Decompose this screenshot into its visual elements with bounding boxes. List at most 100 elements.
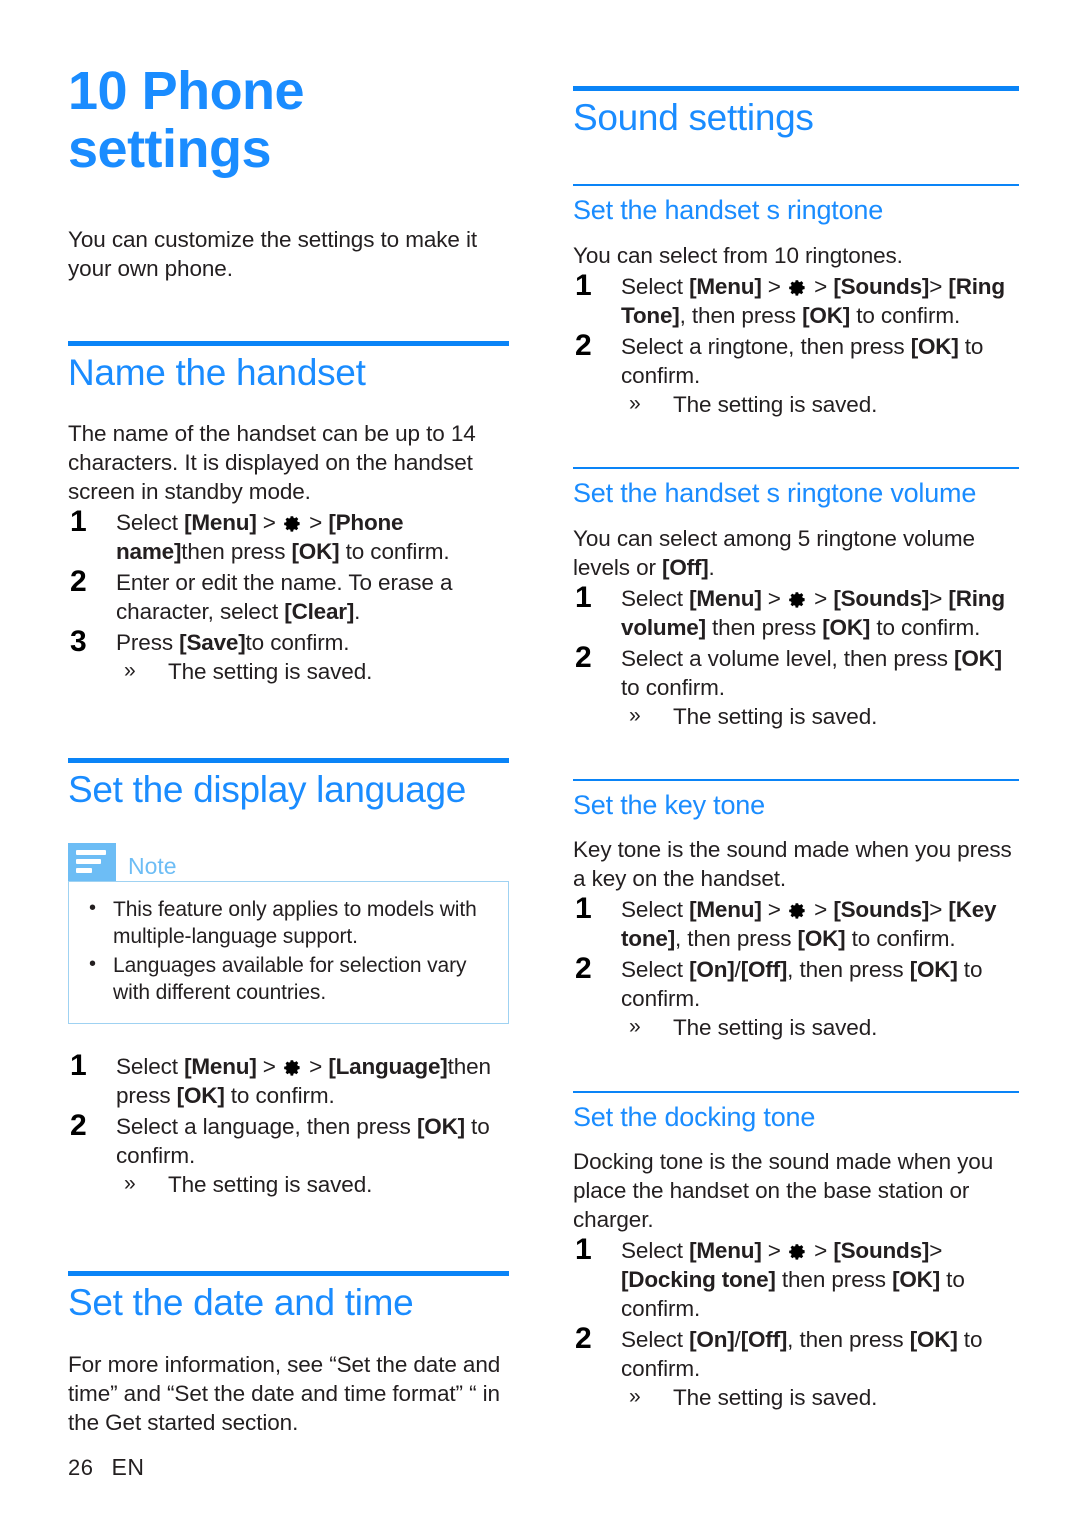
step-item: Select [Menu] > > [Phone name]then press… bbox=[68, 504, 509, 566]
key-sounds: [Sounds] bbox=[833, 1238, 930, 1264]
step-result-list: The setting is saved. bbox=[621, 390, 1019, 419]
step-text-mid: , then press bbox=[787, 957, 910, 983]
step-text-prefix: Select a language, then press bbox=[116, 1114, 417, 1140]
key-sounds: [Sounds] bbox=[833, 585, 930, 611]
step-text-prefix: Select bbox=[116, 510, 185, 536]
step-result: The setting is saved. bbox=[116, 657, 509, 686]
subsection-divider bbox=[573, 778, 1019, 781]
section-divider bbox=[68, 758, 509, 764]
step-result-list: The setting is saved. bbox=[116, 1170, 509, 1199]
step-text-prefix: Select bbox=[621, 585, 690, 611]
step-text-mid: , then press bbox=[679, 302, 803, 328]
step-result-list: The setting is saved. bbox=[116, 657, 509, 686]
gear-icon bbox=[283, 1058, 302, 1077]
step-sep: > bbox=[929, 273, 949, 299]
section-intro: For more information, see “Set the date … bbox=[68, 1351, 501, 1435]
key-ok: [OK] bbox=[802, 302, 851, 328]
step-text-prefix: Select a volume level, then press bbox=[621, 645, 955, 671]
key-docking-tone: [Docking tone] bbox=[621, 1267, 776, 1293]
step-sep: > bbox=[929, 585, 949, 611]
step-result-list: The setting is saved. bbox=[621, 1383, 1019, 1412]
key-menu: [Menu] bbox=[184, 1054, 257, 1080]
gear-icon bbox=[788, 901, 807, 920]
section-intro: The name of the handset can be up to 14 … bbox=[68, 421, 476, 505]
step-sep: > bbox=[256, 510, 282, 536]
step-sep: > bbox=[807, 585, 834, 611]
step-text-mid: then press bbox=[181, 539, 292, 565]
steps-list-name-the-handset: Select [Menu] > > [Phone name]then press… bbox=[68, 504, 509, 686]
step-item: Select [Menu] > > [Sounds]> [Docking ton… bbox=[573, 1232, 1019, 1323]
chapter-intro: You can customize the settings to make i… bbox=[68, 226, 478, 281]
step-sep: > bbox=[761, 897, 787, 923]
subsection-intro: You can select among 5 ringtone volume l… bbox=[573, 524, 1019, 582]
key-ok: [OK] bbox=[892, 1267, 941, 1293]
key-off: [Off] bbox=[740, 1327, 788, 1353]
step-item: Select [On]/[Off], then press [OK] to co… bbox=[573, 1321, 1019, 1412]
step-text-prefix: Select bbox=[621, 957, 690, 983]
step-text-prefix: Select bbox=[621, 897, 690, 923]
intro-text-b: . bbox=[708, 554, 715, 580]
step-item: Enter or edit the name. To erase a chara… bbox=[68, 564, 509, 626]
note-header: Note bbox=[68, 842, 509, 881]
step-result: The setting is saved. bbox=[621, 1383, 1019, 1412]
step-text-mid: then press bbox=[775, 1267, 893, 1293]
step-sep: > bbox=[807, 897, 834, 923]
key-language: [Language] bbox=[328, 1054, 448, 1080]
step-item: Select a ringtone, then press [OK] to co… bbox=[573, 328, 1019, 419]
subsection-divider bbox=[573, 184, 1019, 187]
step-text-mid: , then press bbox=[787, 1327, 910, 1353]
step-text-prefix: Select bbox=[621, 273, 690, 299]
steps-list-docking-tone: Select [Menu] > > [Sounds]> [Docking ton… bbox=[573, 1232, 1019, 1412]
section-heading-set-the-date-and-time: Set the date and time bbox=[68, 1282, 414, 1324]
section-heading-set-the-display-language: Set the display language bbox=[68, 769, 467, 811]
subsection-heading-ringtone-volume: Set the handset s ringtone volume bbox=[573, 478, 977, 509]
key-off: [Off] bbox=[662, 554, 709, 580]
step-text-suffix: . bbox=[354, 599, 361, 625]
left-column: 10 Phone settings You can customize the … bbox=[68, 62, 509, 1437]
chapter-title: 10 Phone settings bbox=[68, 61, 305, 180]
subsection-divider bbox=[573, 467, 1019, 470]
two-column-layout: 10 Phone settings You can customize the … bbox=[0, 0, 1080, 1437]
gear-icon bbox=[283, 514, 302, 533]
step-item: Select a volume level, then press [OK] t… bbox=[573, 640, 1019, 731]
note-icon bbox=[68, 842, 116, 881]
step-item: Press [Save]to confirm. The setting is s… bbox=[68, 624, 509, 686]
steps-list-ringtone: Select [Menu] > > [Sounds]> [Ring Tone],… bbox=[573, 268, 1019, 419]
key-save: [Save] bbox=[179, 630, 246, 656]
key-on: [On] bbox=[689, 957, 735, 983]
note-list-item: Languages available for selection vary w… bbox=[83, 951, 494, 1007]
step-text-suffix: to confirm. bbox=[870, 614, 981, 640]
step-text-suffix: to confirm. bbox=[245, 630, 350, 656]
section-divider bbox=[68, 1271, 509, 1277]
step-sep: > bbox=[761, 585, 787, 611]
note-list: This feature only applies to models with… bbox=[83, 895, 494, 1007]
step-text-suffix: to confirm. bbox=[339, 539, 450, 565]
step-text-prefix: Select bbox=[116, 1054, 185, 1080]
steps-list-key-tone: Select [Menu] > > [Sounds]> [Key tone], … bbox=[573, 891, 1019, 1042]
key-ok: [OK] bbox=[291, 539, 340, 565]
note-icon-line bbox=[76, 868, 92, 874]
subsection-heading-handset-ringtone: Set the handset s ringtone bbox=[573, 195, 884, 226]
step-result: The setting is saved. bbox=[621, 1013, 1019, 1042]
page-number: 26 bbox=[68, 1455, 94, 1480]
key-ok: [OK] bbox=[910, 333, 959, 359]
note-icon-line bbox=[76, 850, 106, 856]
gear-icon bbox=[788, 590, 807, 609]
note-icon-line bbox=[76, 859, 101, 865]
step-item: Select [Menu] > > [Sounds]> [Ring volume… bbox=[573, 580, 1019, 642]
step-result-list: The setting is saved. bbox=[621, 702, 1019, 731]
step-text-prefix: Press bbox=[116, 630, 180, 656]
step-sep: > bbox=[302, 1054, 329, 1080]
key-ok: [OK] bbox=[954, 645, 1002, 671]
step-sep: > bbox=[302, 510, 329, 536]
section-divider bbox=[573, 86, 1019, 91]
